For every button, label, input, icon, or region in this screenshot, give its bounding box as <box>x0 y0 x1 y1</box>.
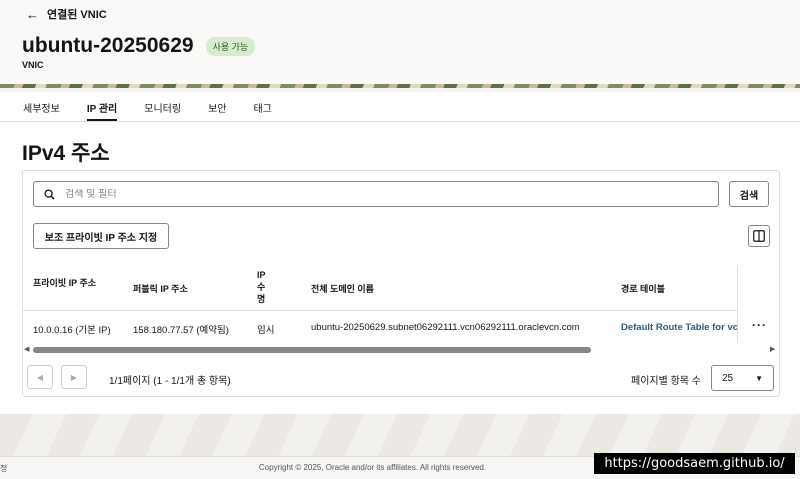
column-settings-button[interactable] <box>748 225 770 247</box>
search-button[interactable]: 검색 <box>729 181 769 207</box>
row-actions-menu-icon[interactable]: ··· <box>752 318 767 332</box>
page-size-value: 25 <box>722 372 734 384</box>
page-header: ← 연결된 VNIC ubuntu-20250629 사용 가능 VNIC <box>0 0 800 88</box>
scrollbar-track[interactable] <box>33 347 769 353</box>
assign-secondary-ip-button[interactable]: 보조 프라이빗 IP 주소 지정 <box>33 223 169 249</box>
tab-bar: 세부정보 IP 관리 모니터링 보안 태그 <box>0 92 800 122</box>
tab-security[interactable]: 보안 <box>208 92 226 121</box>
resource-type: VNIC <box>22 60 44 70</box>
tab-tags[interactable]: 태그 <box>253 92 271 121</box>
pagination: ◀ ▶ 1/1페이지 (1 - 1/1개 총 항목) 페이지별 항목 수 25 … <box>23 363 779 391</box>
header-ip-lifetime[interactable]: IP 수명 <box>257 269 267 305</box>
page-size-select[interactable]: 25 ▼ <box>711 365 774 391</box>
chevron-left-icon: ◀ <box>36 372 44 382</box>
section-title: IPv4 주소 <box>22 142 110 165</box>
background-decoration <box>0 414 800 456</box>
search-field[interactable] <box>33 181 719 207</box>
search-icon <box>44 188 55 200</box>
caret-down-icon: ▼ <box>755 373 763 383</box>
scroll-left-icon[interactable]: ◀ <box>24 345 29 353</box>
cell-ip-lifetime: 임시 <box>257 325 275 336</box>
header-decoration <box>0 84 800 88</box>
page-size-label: 페이지별 항목 수 <box>631 376 701 387</box>
cell-fqdn: ubuntu-20250629.subnet06292111.vcn062921… <box>311 322 580 333</box>
ip-table: 프라이빗 IP 주소 퍼블릭 IP 주소 IP 수명 전체 도메인 이름 경로 … <box>23 265 779 343</box>
actions-column: ··· <box>737 265 779 343</box>
main-content: IPv4 주소 검색 보조 프라이빗 IP 주소 지정 프라이빗 IP 주소 퍼… <box>0 122 800 414</box>
columns-icon <box>753 230 765 242</box>
table-header: 프라이빗 IP 주소 퍼블릭 IP 주소 IP 수명 전체 도메인 이름 경로 … <box>23 265 779 311</box>
page-title: ubuntu-20250629 <box>22 34 194 57</box>
status-badge: 사용 가능 <box>205 36 256 56</box>
table-row: 10.0.0.16 (기본 IP) 158.180.77.57 (예약됨) 임시… <box>23 312 779 342</box>
arrow-left-icon: ← <box>26 6 39 22</box>
header-public-ip[interactable]: 퍼블릭 IP 주소 <box>133 283 188 295</box>
header-route-table[interactable]: 경로 테이블 <box>621 283 665 295</box>
tab-details[interactable]: 세부정보 <box>23 92 60 121</box>
next-page-button[interactable]: ▶ <box>61 365 87 389</box>
watermark: https://goodsaem.github.io/ <box>594 453 795 474</box>
back-link[interactable]: ← 연결된 VNIC <box>26 6 107 22</box>
header-private-ip[interactable]: 프라이빗 IP 주소 <box>33 277 103 289</box>
scrollbar-thumb[interactable] <box>33 347 591 353</box>
cell-public-ip: 158.180.77.57 (예약됨) <box>133 325 229 336</box>
ipv4-panel: 검색 보조 프라이빗 IP 주소 지정 프라이빗 IP 주소 퍼블릭 IP 주소… <box>22 170 780 397</box>
scroll-right-icon[interactable]: ▶ <box>770 345 775 353</box>
tab-monitoring[interactable]: 모니터링 <box>144 92 181 121</box>
cell-private-ip: 10.0.0.16 (기본 IP) <box>33 325 111 336</box>
pagination-info: 1/1페이지 (1 - 1/1개 총 항목) <box>109 376 231 387</box>
back-link-label: 연결된 VNIC <box>47 9 107 21</box>
horizontal-scrollbar[interactable]: ◀ ▶ <box>23 345 779 355</box>
previous-page-button[interactable]: ◀ <box>27 365 53 389</box>
header-fqdn[interactable]: 전체 도메인 이름 <box>311 283 374 295</box>
tab-ip-management[interactable]: IP 관리 <box>86 92 118 121</box>
chevron-right-icon: ▶ <box>70 372 78 382</box>
search-input[interactable] <box>65 188 665 200</box>
